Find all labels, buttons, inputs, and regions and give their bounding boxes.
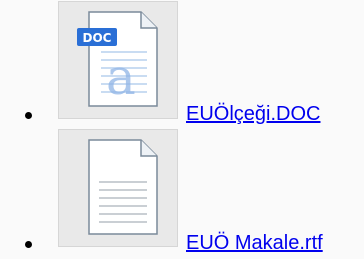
attachment-item: EUÖ Makale.rtf: [0, 129, 364, 259]
doc-badge-label: DOC: [83, 31, 112, 45]
list-bullet: [25, 112, 32, 119]
text-document-icon: [88, 139, 158, 235]
attachment-thumbnail[interactable]: a DOC: [58, 1, 178, 119]
attachment-link[interactable]: EUÖ Makale.rtf: [186, 231, 323, 255]
word-doc-icon: a DOC: [77, 11, 158, 107]
attachment-list: a DOC EUÖlçeği.DOC EUÖ Makale.rtf: [0, 0, 364, 259]
attachment-thumbnail[interactable]: [58, 129, 178, 247]
attachment-item: a DOC EUÖlçeği.DOC: [0, 0, 364, 129]
attachment-link[interactable]: EUÖlçeği.DOC: [186, 102, 320, 126]
list-bullet: [25, 241, 32, 248]
doc-glyph: a: [106, 48, 136, 106]
